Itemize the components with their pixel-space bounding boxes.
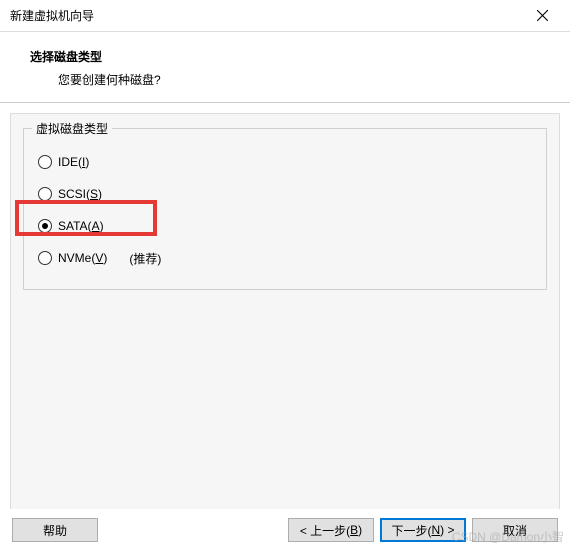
page-subtitle: 您要创建何种磁盘? [58, 71, 552, 88]
radio-label: SCSI(S) [58, 187, 102, 201]
radio-label: SATA(A) [58, 219, 104, 233]
button-bar: 帮助 < 上一步(B) 下一步(N) > 取消 [0, 509, 570, 551]
disk-type-group: 虚拟磁盘类型 IDE(I) SCSI(S) SATA(A) NVMe(V) (推… [23, 128, 547, 290]
radio-icon [38, 251, 52, 265]
radio-option-sata[interactable]: SATA(A) [36, 211, 534, 241]
radio-option-nvme[interactable]: NVMe(V) (推荐) [36, 243, 534, 273]
radio-icon [38, 155, 52, 169]
next-button[interactable]: 下一步(N) > [380, 518, 466, 542]
recommended-label: (推荐) [129, 250, 161, 267]
radio-icon [38, 219, 52, 233]
radio-label: IDE(I) [58, 155, 89, 169]
window-title: 新建虚拟机向导 [10, 7, 522, 24]
page-title: 选择磁盘类型 [30, 48, 552, 65]
group-legend: 虚拟磁盘类型 [32, 120, 112, 137]
content-panel: 虚拟磁盘类型 IDE(I) SCSI(S) SATA(A) NVMe(V) (推… [10, 113, 560, 511]
radio-option-ide[interactable]: IDE(I) [36, 147, 534, 177]
close-button[interactable] [522, 2, 562, 30]
radio-label: NVMe(V) [58, 251, 107, 265]
radio-option-scsi[interactable]: SCSI(S) [36, 179, 534, 209]
help-button[interactable]: 帮助 [12, 518, 98, 542]
radio-icon [38, 187, 52, 201]
cancel-button[interactable]: 取消 [472, 518, 558, 542]
close-icon [537, 10, 548, 21]
back-button[interactable]: < 上一步(B) [288, 518, 374, 542]
wizard-header: 选择磁盘类型 您要创建何种磁盘? [0, 32, 570, 103]
titlebar: 新建虚拟机向导 [0, 0, 570, 32]
